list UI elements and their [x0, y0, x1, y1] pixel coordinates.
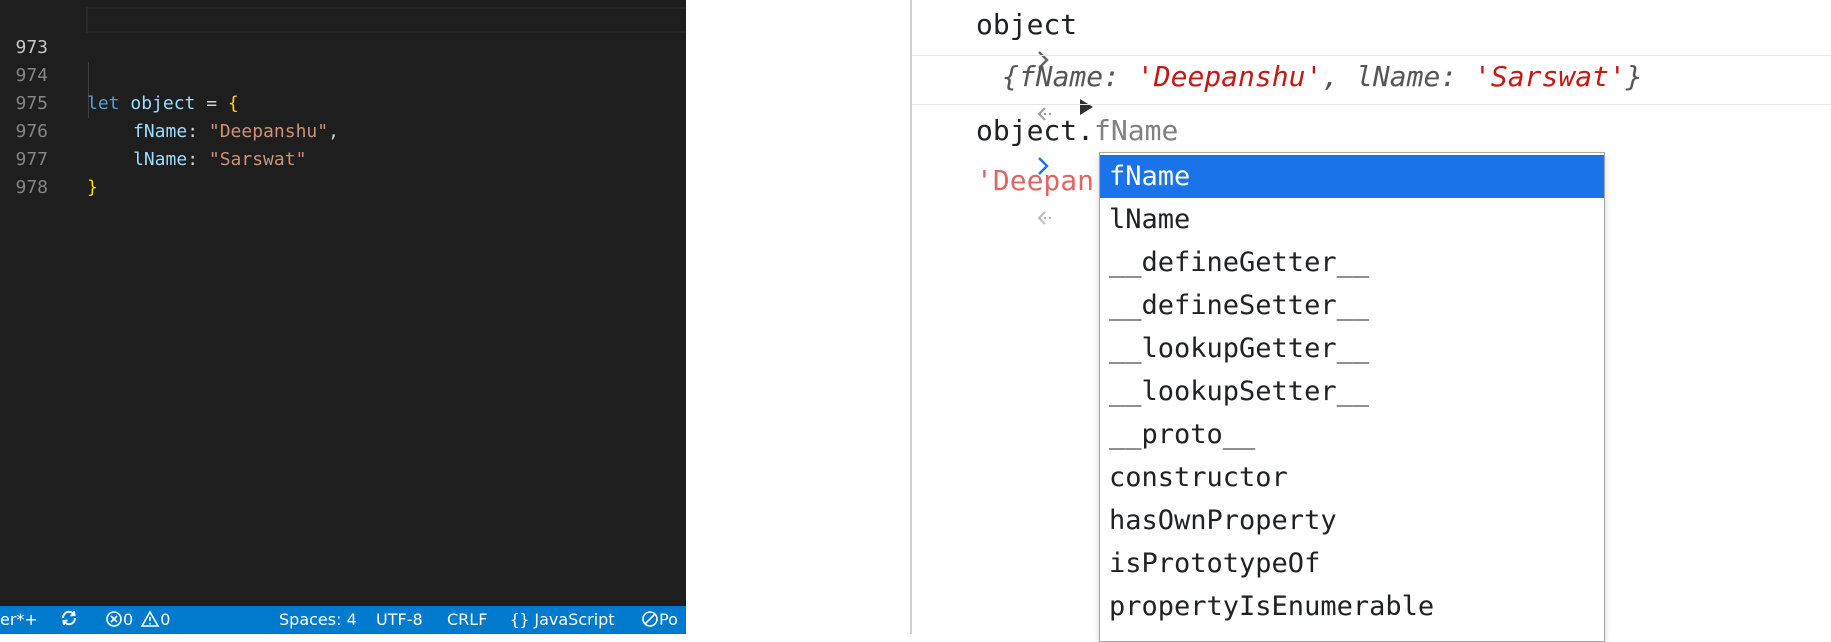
autocomplete-item-isprototypeof[interactable]: isPrototypeOf: [1100, 542, 1604, 585]
encoding-setting[interactable]: UTF-8: [376, 606, 423, 634]
autocomplete-item-lookupsetter[interactable]: __lookupSetter__: [1100, 370, 1604, 413]
preview-value-fname: 'Deepanshu': [1136, 60, 1323, 93]
row-separator: [912, 104, 1831, 105]
preview-key-fname: fName: [1018, 60, 1104, 93]
autocomplete-item-definegetter[interactable]: __defineGetter__: [1100, 241, 1604, 284]
code-editor[interactable]: 973 974 let object = { 975 fName: "Deepa…: [0, 0, 686, 634]
autocomplete-dropdown[interactable]: fName lName __defineGetter__ __defineSet…: [1099, 152, 1605, 642]
code-line-973[interactable]: 973: [0, 6, 686, 58]
console-prompt-input[interactable]: object.fName: [976, 114, 1178, 147]
status-branch[interactable]: er*+: [0, 606, 38, 634]
autocomplete-item-hasownproperty[interactable]: hasOwnProperty: [1100, 499, 1604, 542]
language-label: JavaScript: [534, 610, 615, 629]
preview-comma: ,: [1322, 60, 1357, 93]
autocomplete-item-lname[interactable]: lName: [1100, 198, 1604, 241]
code-line-974[interactable]: 974 let object = {: [0, 34, 686, 114]
object-preview[interactable]: {fName: 'Deepanshu', lName: 'Sarswat'}: [1002, 60, 1643, 93]
eol-setting[interactable]: CRLF: [447, 606, 487, 634]
autocomplete-item-fname[interactable]: fName: [1100, 155, 1604, 198]
prettier-label: Po: [659, 610, 678, 629]
autocomplete-item-constructor[interactable]: constructor: [1100, 456, 1604, 499]
warning-count: 0: [160, 610, 171, 629]
code-line-975[interactable]: 975 fName: "Deepanshu",: [0, 62, 686, 142]
status-bar: er*+ 0 0 Spaces: 4 UTF-8 CRLF {} JavaScr…: [0, 606, 686, 634]
warning-icon: [140, 610, 160, 627]
console-input-entry: object: [912, 8, 1831, 69]
code-line-976[interactable]: 976 lName: "Sarswat": [0, 90, 686, 170]
console-result-entry: {fName: 'Deepanshu', lName: 'Sarswat'}: [912, 58, 1831, 121]
console-prompt[interactable]: object.fName: [912, 114, 1831, 175]
row-separator: [912, 55, 1831, 56]
code-line-977[interactable]: 977 }: [0, 118, 686, 198]
preview-colon: :: [1103, 60, 1137, 93]
problems-indicator[interactable]: 0 0: [105, 606, 170, 634]
autocomplete-item-proto[interactable]: __proto__: [1100, 413, 1604, 456]
typed-text: object.: [976, 114, 1095, 147]
preview-close-brace: }: [1625, 60, 1643, 93]
autocomplete-item-lookupgetter[interactable]: __lookupGetter__: [1100, 327, 1604, 370]
braces-icon: {}: [510, 610, 530, 629]
code-line-978[interactable]: 978: [0, 146, 686, 198]
preview-open-brace: {: [1002, 60, 1019, 93]
autocomplete-item-propertyisenumerable[interactable]: propertyIsEnumerable: [1100, 585, 1604, 628]
console-input-text: object: [976, 8, 1078, 41]
language-mode[interactable]: {} JavaScript: [510, 606, 615, 634]
autocomplete-item-definesetter[interactable]: __defineSetter__: [1100, 284, 1604, 327]
eager-eval-value: 'Deepan: [976, 164, 1095, 197]
close-brace: }: [87, 177, 98, 198]
line-number: 978: [15, 177, 48, 198]
sync-icon[interactable]: [59, 606, 79, 634]
preview-value-lname: 'Sarswat': [1474, 60, 1626, 93]
prettier-status[interactable]: Po: [641, 606, 678, 634]
preview-colon: :: [1440, 60, 1475, 93]
autocomplete-ghost-text: fName: [1094, 114, 1179, 147]
indentation-setting[interactable]: Spaces: 4: [279, 606, 357, 634]
no-entry-icon: [642, 611, 658, 627]
preview-key-lname: lName: [1356, 60, 1441, 93]
error-count: 0: [123, 610, 134, 629]
error-icon: [106, 611, 122, 627]
